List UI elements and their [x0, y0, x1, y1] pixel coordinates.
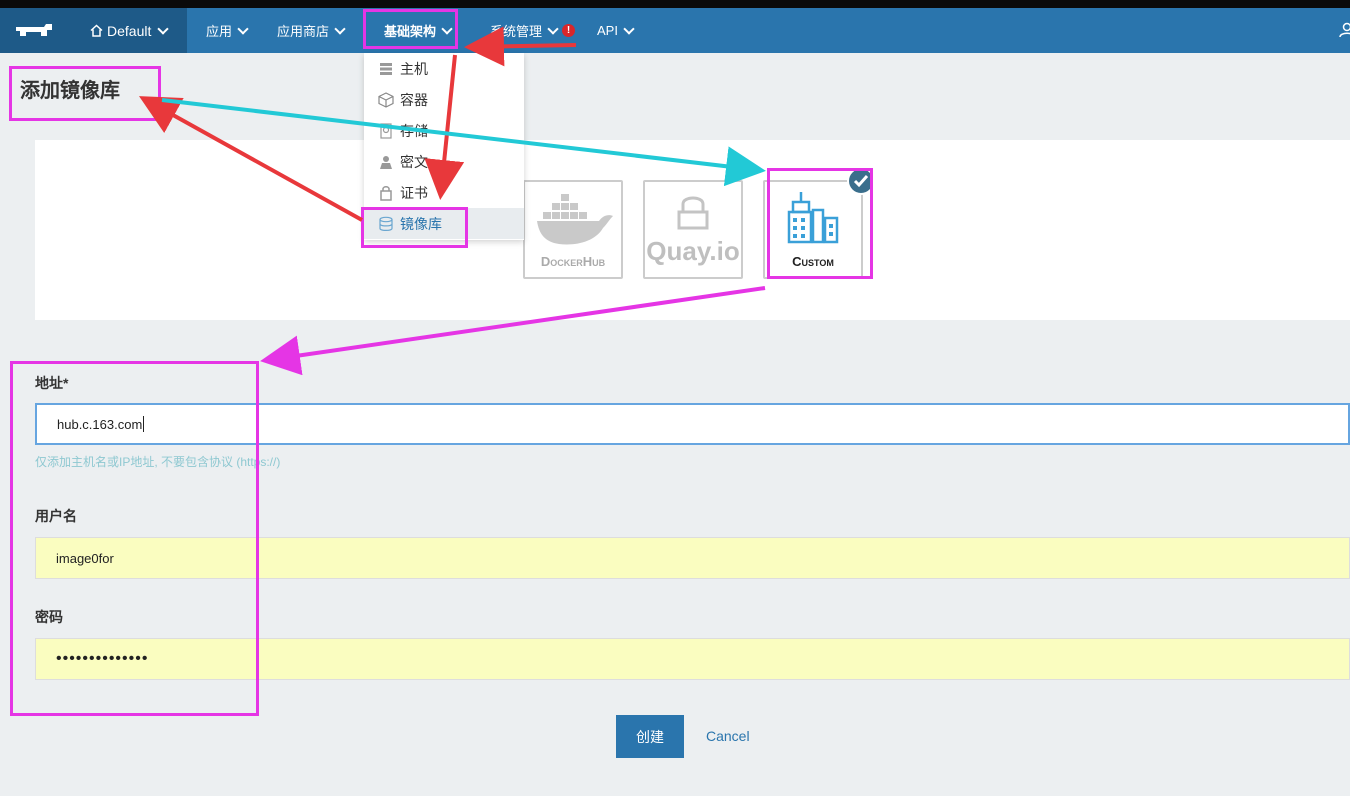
registry-tile-label: Quay.io	[646, 236, 740, 266]
rancher-logo[interactable]	[0, 8, 68, 53]
certificate-icon	[380, 185, 392, 201]
storage-icon	[380, 122, 392, 139]
selected-check-icon	[847, 167, 875, 195]
nav-api[interactable]: API	[597, 8, 635, 53]
address-input[interactable]: hub.c.163.com	[35, 403, 1350, 445]
chevron-down-icon	[334, 22, 346, 35]
registry-tile-label: DockerHub	[540, 254, 606, 269]
dropdown-item-storage[interactable]: 存储	[364, 115, 524, 146]
nav-apps-label: 应用	[206, 24, 233, 39]
registry-tile-dockerhub[interactable]: DockerHub	[523, 180, 623, 279]
home-icon	[90, 24, 103, 37]
password-label: 密码	[35, 609, 63, 625]
buildings-icon	[787, 192, 839, 244]
chevron-down-icon	[441, 22, 453, 35]
nav-infrastructure[interactable]: 基础架构	[384, 8, 453, 53]
registry-type-panel: DockerHub Quay.io Custom	[35, 140, 1350, 320]
top-nav: Default 应用 应用商店 基础架构 系统管理 ! API	[0, 8, 1350, 53]
nav-apps[interactable]: 应用	[206, 8, 249, 53]
dropdown-item-certificates[interactable]: 证书	[364, 177, 524, 208]
nav-admin[interactable]: 系统管理 !	[490, 8, 576, 53]
username-label: 用户名	[35, 508, 77, 524]
docker-whale-icon	[537, 194, 613, 245]
host-icon	[380, 62, 392, 75]
username-value: image0for	[56, 550, 114, 566]
dropdown-item-label: 密文	[400, 153, 428, 170]
dropdown-item-secrets[interactable]: 密文	[364, 146, 524, 177]
dropdown-item-label: 主机	[400, 60, 428, 77]
alert-icon: !	[562, 24, 576, 37]
dropdown-item-hosts[interactable]: 主机	[364, 53, 524, 84]
registry-tile-label: Custom	[792, 254, 834, 269]
environment-switcher[interactable]: Default	[68, 8, 187, 53]
text-caret	[143, 416, 145, 432]
nav-admin-label: 系统管理	[490, 24, 543, 39]
chevron-down-icon	[237, 22, 249, 35]
dropdown-item-containers[interactable]: 容器	[364, 84, 524, 115]
registry-icon	[379, 216, 393, 231]
registry-tile-quay[interactable]: Quay.io	[643, 180, 743, 279]
rancher-logo-icon	[16, 23, 52, 36]
window-top-strip	[0, 0, 1350, 8]
cancel-button[interactable]: Cancel	[706, 728, 750, 744]
user-icon[interactable]	[1338, 22, 1350, 38]
chevron-down-icon	[157, 22, 170, 35]
chevron-down-icon	[547, 22, 559, 35]
infrastructure-dropdown: 主机 容器 存储 密文 证书 镜像库	[364, 53, 524, 240]
dropdown-item-label: 存储	[400, 122, 428, 139]
quay-lock-icon	[677, 196, 709, 230]
dropdown-item-label: 证书	[400, 184, 428, 201]
dropdown-item-registries[interactable]: 镜像库	[364, 208, 524, 239]
address-value: hub.c.163.com	[57, 416, 143, 432]
chevron-down-icon	[623, 22, 635, 35]
nav-api-label: API	[597, 23, 618, 38]
nav-catalog-label: 应用商店	[277, 24, 330, 39]
secret-icon	[380, 155, 392, 169]
username-input[interactable]: image0for	[35, 537, 1350, 579]
create-button[interactable]: 创建	[616, 715, 684, 758]
address-hint: 仅添加主机名或IP地址, 不要包含协议 (https://)	[35, 455, 281, 469]
address-label: 地址*	[35, 375, 69, 391]
nav-infrastructure-label: 基础架构	[384, 24, 437, 39]
dropdown-item-label: 镜像库	[400, 215, 442, 232]
dropdown-item-label: 容器	[400, 91, 428, 108]
password-input[interactable]: ••••••••••••••	[35, 638, 1350, 680]
nav-catalog[interactable]: 应用商店	[277, 8, 346, 53]
container-icon	[378, 91, 394, 108]
registry-tile-custom[interactable]: Custom	[763, 180, 863, 279]
password-value: ••••••••••••••	[56, 650, 149, 667]
environment-label: Default	[107, 22, 152, 39]
page-title: 添加镜像库	[20, 80, 120, 102]
